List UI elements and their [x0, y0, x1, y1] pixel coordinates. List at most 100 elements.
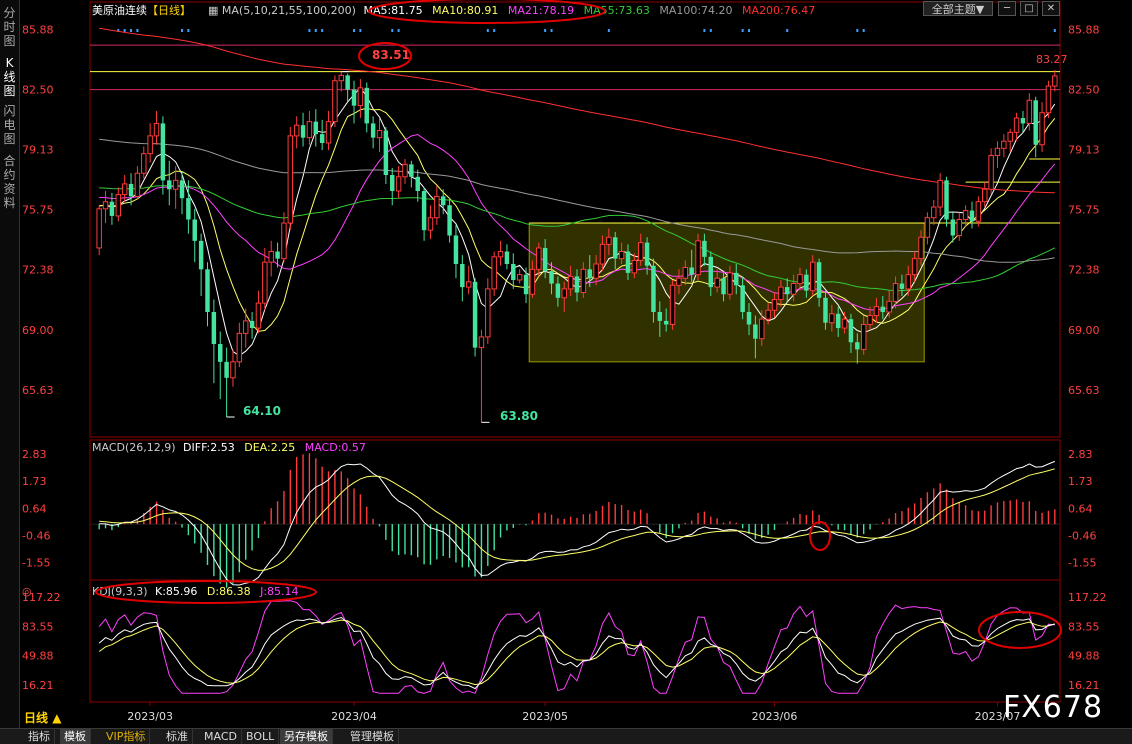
restore-icon[interactable]: □ [1020, 1, 1038, 16]
kdj-panel [98, 600, 1055, 694]
candle-up [727, 272, 733, 295]
marker-dot [486, 29, 489, 32]
candle-down [275, 251, 280, 259]
macd-tick-left: -1.55 [22, 557, 50, 570]
tab-timeshare[interactable]: 分时图 [0, 6, 19, 48]
marker-dot [391, 29, 394, 32]
candle-up [281, 222, 287, 260]
candle-up [172, 179, 179, 190]
candle-up [618, 251, 625, 260]
candle-up [529, 268, 536, 295]
high-label: 83.51 [372, 48, 410, 62]
kdj-tick-left: 16.21 [22, 679, 54, 692]
toolbar-macd[interactable]: MACD [200, 729, 242, 744]
marker-dot [187, 29, 190, 32]
candle-down [218, 344, 223, 362]
toolbar-manage-template[interactable]: 管理模板 [346, 729, 399, 744]
candle-up [759, 318, 765, 340]
kdj-tick-right: 83.55 [1068, 620, 1100, 633]
candle-down [224, 361, 229, 378]
candle-up [121, 183, 128, 196]
x-tick-label: 2023/04 [331, 710, 377, 723]
candle-up [860, 323, 867, 350]
candle-up [606, 236, 612, 245]
candle-up [1007, 131, 1013, 142]
candle-down [969, 210, 975, 222]
candle-up [242, 320, 249, 334]
toolbar-template[interactable]: 模板 [60, 729, 91, 744]
close-icon[interactable]: ✕ [1042, 1, 1060, 16]
candle-up [1013, 117, 1020, 133]
x-tick-label: 2023/06 [752, 710, 798, 723]
price-tick-right: 85.88 [1068, 23, 1100, 36]
marker-dot [1053, 29, 1056, 32]
macd-tick-left: 0.64 [22, 502, 47, 515]
marker-dot [181, 29, 184, 32]
candle-down [472, 281, 478, 348]
candle-up [491, 256, 497, 290]
candle-up [778, 286, 784, 301]
ma-settings-icon: ▦ [208, 4, 222, 17]
candle-up [332, 80, 338, 123]
candle-up [516, 274, 523, 281]
candle-up [402, 163, 408, 178]
candle-up [714, 277, 720, 288]
candle-down [612, 237, 618, 259]
panel-border [89, 579, 1061, 703]
candle-up [376, 130, 383, 139]
candle-up [147, 135, 153, 155]
low-label-1: 64.10 [243, 404, 281, 418]
candle-up [593, 263, 599, 279]
toolbar-vip[interactable]: VIP指标 [102, 729, 151, 744]
toolbar-indicator[interactable]: 指标 [24, 729, 55, 744]
price-header: 美原油连续【日线】 ▦ MA(5,10,21,55,100,200) MA5:8… [92, 3, 815, 17]
macd-tick-left: -0.46 [22, 530, 50, 543]
candle-up [962, 210, 969, 220]
candle-down [453, 235, 459, 264]
tab-kline[interactable]: K线图 [0, 56, 19, 98]
ma-header: ▦ MA(5,10,21,55,100,200) MA5:81.75 MA10:… [208, 4, 815, 17]
marker-dot [353, 29, 356, 32]
macd-header: MACD(26,12,9) DIFF:2.53 DEA:2.25 MACD:0.… [92, 441, 366, 454]
candle-down [128, 183, 134, 197]
candle-down [816, 262, 822, 298]
candle-up [1039, 112, 1045, 146]
theme-dropdown[interactable]: 全部主题▼ [923, 1, 993, 16]
candle-up [790, 283, 797, 295]
minimize-icon[interactable]: ─ [998, 1, 1016, 16]
tab-flash[interactable]: 闪电图 [0, 104, 19, 146]
candle-up [134, 172, 141, 197]
candle-down [186, 198, 191, 220]
candle-up [141, 153, 147, 174]
macd-tick-left: 2.83 [22, 448, 47, 461]
candle-up [937, 179, 943, 208]
toolbar-boll[interactable]: BOLL [242, 729, 280, 744]
candle-up [1026, 99, 1033, 124]
kdj-header: ◎ KDJ(9,3,3) K:85.96 D:86.38 J:85.14 [22, 585, 299, 598]
candle-up [637, 242, 644, 261]
marker-dot [123, 29, 126, 32]
toolbar-standard[interactable]: 标准 [162, 729, 193, 744]
marker-dot [544, 29, 547, 32]
candle-down [211, 312, 217, 345]
candle-down [657, 312, 663, 321]
candle-down [625, 251, 631, 273]
candle-up [102, 201, 109, 210]
marker-dot [314, 29, 317, 32]
candle-up [325, 121, 332, 144]
kline-chart[interactable]: 85.88 85.88 82.50 82.50 79.13 79.13 75.75 75.75… [20, 0, 1132, 728]
price-tick-left: 79.13 [22, 144, 54, 157]
marker-dot [607, 29, 610, 32]
period-selector[interactable]: 日线 ▲ [24, 709, 61, 726]
macd-tick-right: -0.46 [1068, 530, 1096, 543]
candle-up [892, 283, 899, 302]
candle-down [689, 267, 694, 275]
candle-down [160, 123, 166, 181]
candle-down [651, 265, 656, 313]
candle-up [561, 288, 567, 299]
candle-up [682, 267, 689, 279]
toolbar-save-template[interactable]: 另存模板 [280, 729, 333, 744]
candle-up [911, 258, 918, 276]
tab-contract-info[interactable]: 合约资料 [0, 154, 19, 210]
candle-down [460, 263, 465, 288]
